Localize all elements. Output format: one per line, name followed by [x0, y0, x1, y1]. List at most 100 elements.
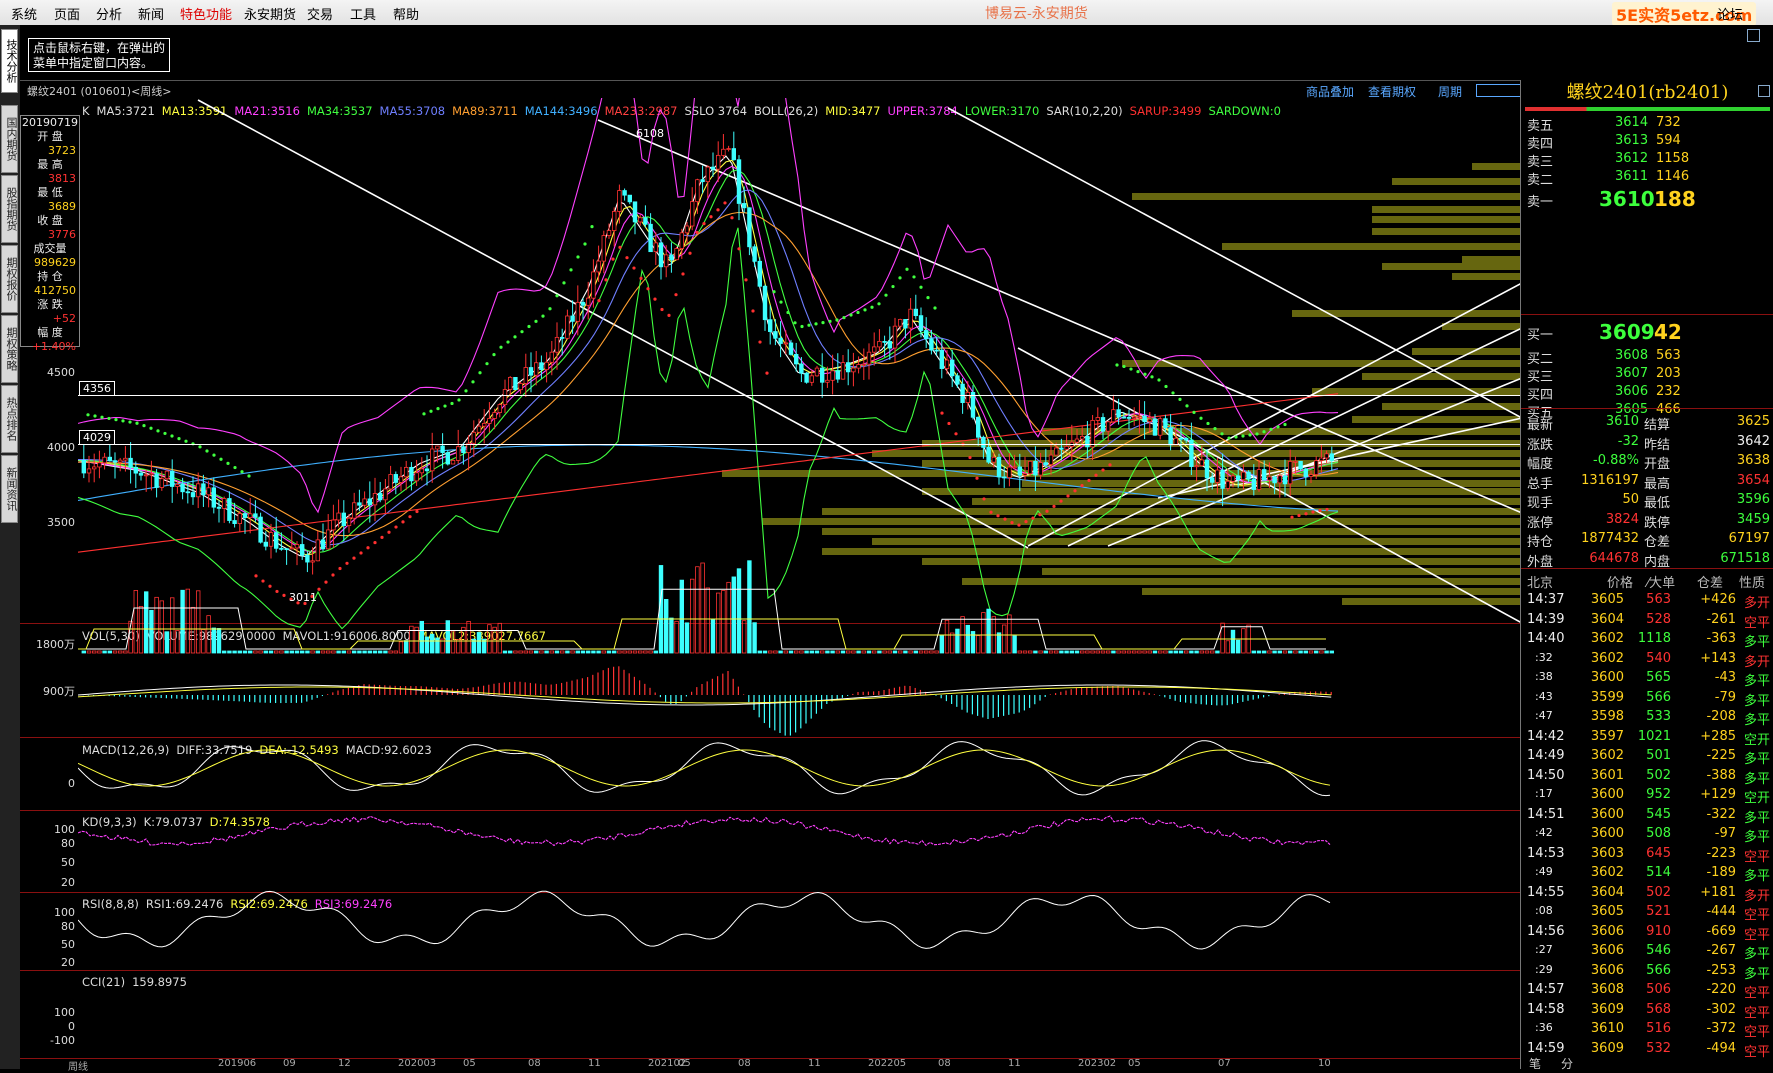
- tab-ticks[interactable]: 笔: [1529, 1055, 1541, 1072]
- menu-page[interactable]: 页面: [54, 4, 80, 23]
- tick-row[interactable]: :27 3606 546 -267 多平: [1521, 941, 1773, 962]
- ask-level[interactable]: 卖五 3614 732: [1521, 113, 1773, 134]
- bid-level[interactable]: 买四 3606 232: [1521, 382, 1773, 403]
- menu-system[interactable]: 系统: [11, 4, 37, 23]
- candle-body: [606, 230, 612, 236]
- sar-dot: [198, 445, 202, 449]
- tick-row[interactable]: 14:53 3603 645 -223 空平: [1521, 844, 1773, 865]
- tick-row[interactable]: :17 3600 952 +129 空开: [1521, 785, 1773, 806]
- tick-row[interactable]: :08 3605 521 -444 空平: [1521, 902, 1773, 923]
- stat-row: 最新 3610 结算 3625: [1521, 412, 1773, 433]
- tab-minutes[interactable]: 分: [1561, 1055, 1573, 1072]
- tab-hot-rank[interactable]: 热点排名: [1, 385, 18, 453]
- bid-level[interactable]: 买二 3608 563: [1521, 346, 1773, 367]
- channel-line-lower[interactable]: [78, 444, 1522, 445]
- menu-features[interactable]: 特色功能: [180, 4, 232, 23]
- sar-dot: [898, 276, 902, 280]
- tab-option-quotes[interactable]: 期权报价: [1, 245, 18, 313]
- zoom-arrows-icon[interactable]: [1476, 84, 1524, 97]
- tick-row[interactable]: 14:42 3597 1021 +285 空开: [1521, 727, 1773, 748]
- panel-toggle-icon[interactable]: [1758, 85, 1770, 97]
- stat-label: 幅度: [1527, 457, 1554, 472]
- sar-dot: [1227, 436, 1231, 440]
- tick-row[interactable]: :47 3598 533 -208 多平: [1521, 707, 1773, 728]
- tick-row[interactable]: 14:56 3606 910 -669 空平: [1521, 922, 1773, 943]
- volume-bar: [1204, 650, 1210, 654]
- tick-nature: 空开: [1743, 732, 1770, 748]
- candle-body: [1236, 475, 1241, 481]
- menu-trade[interactable]: 交易: [307, 4, 333, 23]
- tick-row[interactable]: 14:50 3601 502 -388 多平: [1521, 766, 1773, 787]
- tick-row[interactable]: 14:39 3604 528 -261 空平: [1521, 610, 1773, 631]
- sar-dot: [359, 551, 363, 555]
- candle-body: [903, 319, 908, 329]
- y-label: 100: [54, 906, 75, 919]
- tick-time: :27: [1535, 943, 1553, 956]
- stat-label: 仓差: [1644, 535, 1671, 550]
- ask-level[interactable]: 卖三 3612 1158: [1521, 149, 1773, 170]
- ask-level[interactable]: 卖二 3611 1146: [1521, 167, 1773, 188]
- tab-option-strategy[interactable]: 期权策略: [1, 315, 18, 383]
- tick-row[interactable]: 14:55 3604 502 +181 多开: [1521, 883, 1773, 904]
- menu-news[interactable]: 新闻: [138, 4, 164, 23]
- bid-level[interactable]: 买三 3607 203: [1521, 364, 1773, 385]
- volume-bar: [965, 624, 970, 654]
- volume-profile-bar: [872, 538, 1522, 545]
- ask-level[interactable]: 卖一 3610 188: [1521, 187, 1773, 211]
- tab-news[interactable]: 新闻资讯: [1, 455, 18, 523]
- tick-price: 3600: [1590, 806, 1624, 822]
- volume-bar: [1074, 650, 1080, 654]
- menu-help[interactable]: 帮助: [393, 4, 419, 23]
- tick-row[interactable]: :32 3602 540 +143 多开: [1521, 649, 1773, 670]
- tick-row[interactable]: :38 3600 565 -43 多平: [1521, 668, 1773, 689]
- volume-bar: [736, 568, 742, 654]
- quote-divider: [1521, 314, 1773, 315]
- candle-body: [996, 456, 1002, 478]
- volume-bar: [1178, 650, 1184, 654]
- tick-row[interactable]: :36 3610 516 -372 空平: [1521, 1019, 1773, 1040]
- tick-row[interactable]: 14:40 3602 1118 -363 多平: [1521, 629, 1773, 650]
- info-low-label: 最 低: [37, 186, 63, 199]
- volume-bar: [414, 626, 419, 654]
- volume-bar: [133, 590, 138, 654]
- tick-row[interactable]: :49 3602 514 -189 多平: [1521, 863, 1773, 884]
- quote-title[interactable]: 螺纹2401(rb2401): [1521, 80, 1773, 106]
- sar-dot: [212, 453, 216, 457]
- tick-row[interactable]: 14:59 3609 532 -494 空平: [1521, 1039, 1773, 1060]
- kline-chart[interactable]: [78, 98, 1522, 1068]
- tick-row[interactable]: 14:49 3602 501 -225 多平: [1521, 746, 1773, 767]
- info-oi: 412750: [34, 284, 76, 297]
- sar-dot: [527, 324, 531, 329]
- candle-body: [393, 474, 398, 483]
- sar-dot: [513, 335, 517, 339]
- ask-level[interactable]: 卖四 3613 594: [1521, 131, 1773, 152]
- tick-row[interactable]: :29 3606 566 -253 多平: [1521, 961, 1773, 982]
- tick-time: 14:49: [1527, 748, 1565, 763]
- tick-delta: -261: [1706, 611, 1736, 627]
- tick-row[interactable]: :43 3599 566 -79 多平: [1521, 688, 1773, 709]
- sar-dot: [1276, 425, 1280, 429]
- menu-yongan[interactable]: 永安期货: [244, 4, 296, 23]
- tick-row[interactable]: 14:37 3605 563 +426 多开: [1521, 590, 1773, 611]
- tick-row[interactable]: :42 3600 508 -97 多平: [1521, 824, 1773, 845]
- candle-body: [877, 341, 882, 348]
- tick-row[interactable]: 14:57 3608 506 -220 空平: [1521, 980, 1773, 1001]
- tab-index-futures[interactable]: 股指期货: [1, 175, 18, 243]
- brand-forum[interactable]: 论坛: [1717, 4, 1743, 23]
- tab-domestic-futures[interactable]: 国内期货: [1, 105, 18, 173]
- tick-delta: -253: [1706, 962, 1736, 978]
- window-toggle-icon[interactable]: [1747, 29, 1760, 42]
- channel-line-upper[interactable]: [78, 395, 1522, 396]
- volume-bar: [201, 629, 206, 654]
- tick-row[interactable]: 14:58 3609 568 -302 空平: [1521, 1000, 1773, 1021]
- candle-body: [804, 372, 809, 383]
- menu-tools[interactable]: 工具: [350, 4, 376, 23]
- sar-dot: [695, 230, 699, 235]
- candle-body: [419, 468, 424, 474]
- menu-analysis[interactable]: 分析: [96, 4, 122, 23]
- tick-time: 14:42: [1527, 728, 1565, 744]
- bid-level[interactable]: 买一 3609 42: [1521, 320, 1773, 344]
- tab-technical[interactable]: 技术分析: [1, 29, 18, 93]
- tick-row[interactable]: 14:51 3600 545 -322 多平: [1521, 805, 1773, 826]
- x-tick-label: 05: [1128, 1058, 1141, 1069]
